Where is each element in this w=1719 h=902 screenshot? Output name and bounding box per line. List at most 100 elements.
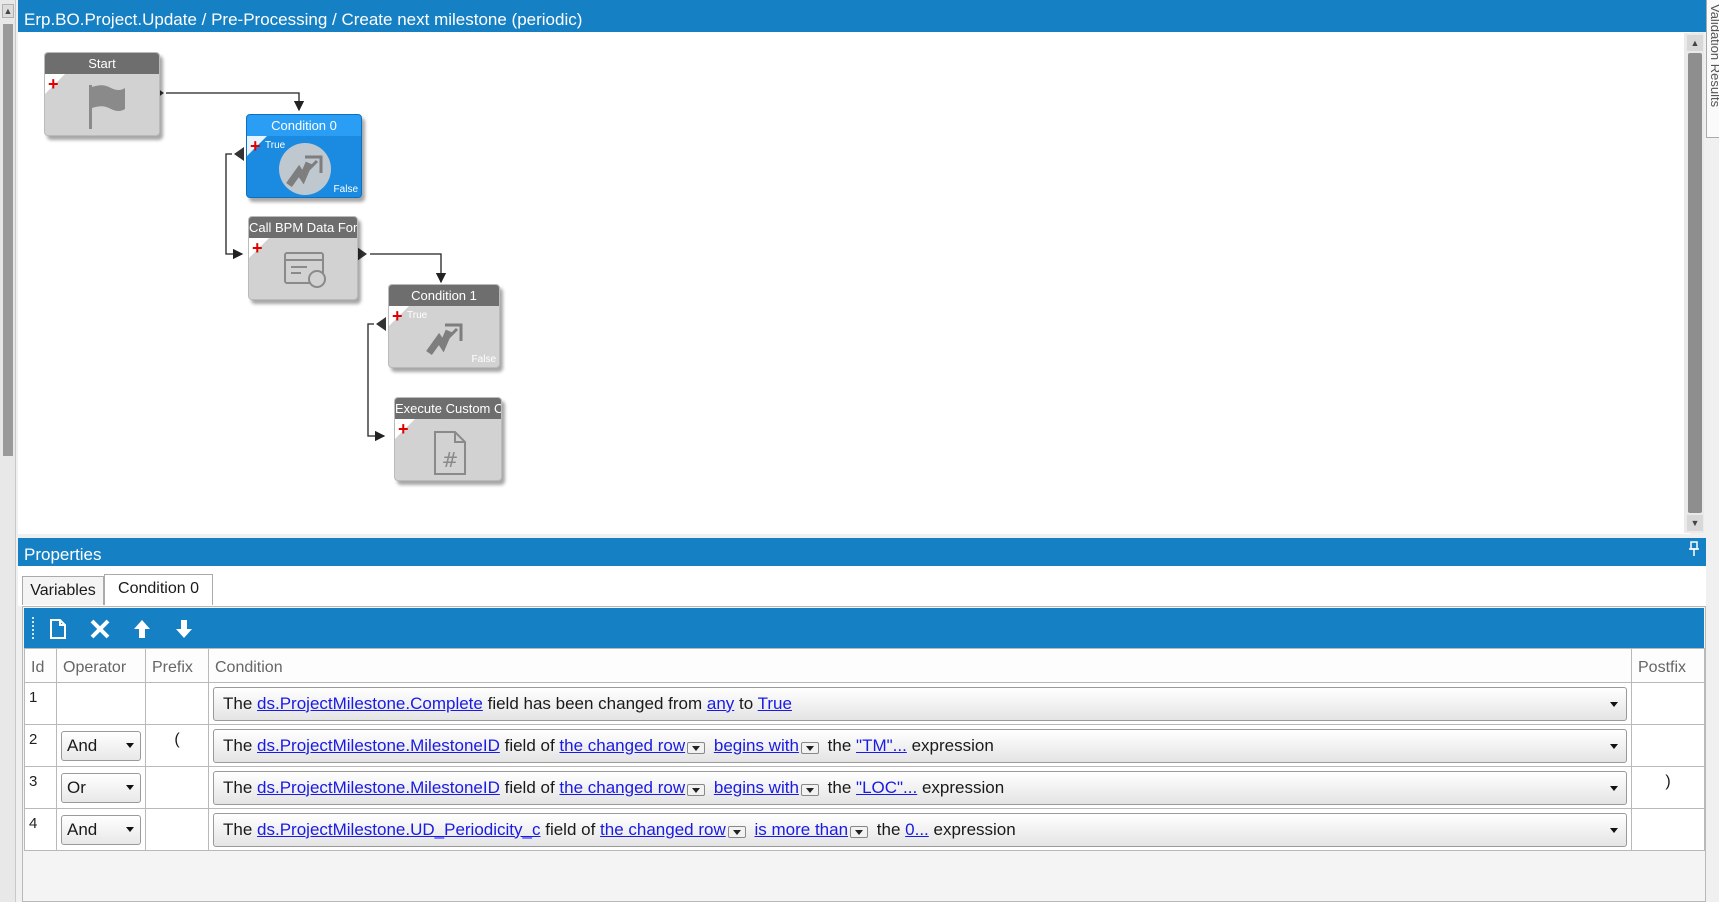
condition-0-node[interactable]: Condition 0 + True False [246, 114, 362, 198]
comparison-dropdown-icon[interactable] [800, 741, 819, 754]
comparison-link[interactable]: begins with [714, 736, 799, 755]
condition-text: field of [504, 777, 555, 797]
column-header-condition[interactable]: Condition [208, 648, 1632, 683]
field-link[interactable]: ds.ProjectMilestone.Complete [257, 694, 483, 713]
validation-results-tab[interactable]: Validation Results [1706, 0, 1719, 138]
operator-select[interactable]: Or [61, 772, 141, 803]
tab-variables[interactable]: Variables [22, 576, 104, 605]
condition-text: field of [545, 819, 596, 839]
condition-1-node[interactable]: Condition 1 + True False [388, 284, 500, 368]
operator-cell[interactable]: And [56, 808, 146, 851]
table-row[interactable]: 1 The ds.ProjectMilestone.Complete field… [24, 682, 1705, 725]
prefix-cell[interactable]: ( [145, 724, 209, 767]
condition-cell[interactable]: The ds.ProjectMilestone.MilestoneID fiel… [208, 724, 1632, 767]
value-link[interactable]: 0... [905, 820, 929, 839]
call-bpm-data-form-node[interactable]: Call BPM Data Form + [248, 216, 358, 300]
conditions-grid: Id Operator Prefix Condition Postfix 1 T… [24, 648, 1705, 851]
condition-cell[interactable]: The ds.ProjectMilestone.UD_Periodicity_c… [208, 808, 1632, 851]
chevron-down-icon[interactable] [1610, 827, 1618, 833]
table-row[interactable]: 2 And ( The ds.ProjectMilestone.Mileston… [24, 724, 1705, 767]
chevron-down-icon[interactable] [126, 784, 134, 790]
prefix-cell[interactable] [145, 808, 209, 851]
row-id: 4 [24, 808, 57, 851]
add-icon[interactable]: + [250, 137, 261, 155]
condition-1-title: Condition 1 [389, 285, 499, 306]
column-header-operator[interactable]: Operator [56, 648, 146, 683]
value-link[interactable]: "LOC"... [856, 778, 917, 797]
value-link[interactable]: "TM"... [856, 736, 907, 755]
operator-cell[interactable]: And [56, 724, 146, 767]
comparison-dropdown-icon[interactable] [850, 825, 869, 838]
start-node[interactable]: Start + [44, 52, 160, 136]
pin-icon[interactable] [1685, 541, 1703, 559]
false-branch-label: False [333, 184, 358, 195]
field-link[interactable]: ds.ProjectMilestone.MilestoneID [257, 736, 500, 755]
chevron-down-icon[interactable] [126, 742, 134, 748]
table-row[interactable]: 3 Or The ds.ProjectMilestone.MilestoneID… [24, 766, 1705, 809]
chevron-down-icon[interactable] [1610, 785, 1618, 791]
scroll-up-icon[interactable]: ▲ [2, 4, 14, 18]
scroll-up-icon[interactable]: ▲ [1687, 35, 1703, 51]
add-icon[interactable]: + [48, 75, 59, 93]
table-row[interactable]: 4 And The ds.ProjectMilestone.UD_Periodi… [24, 808, 1705, 851]
condition-text: to [739, 693, 754, 713]
chevron-down-icon[interactable] [1610, 743, 1618, 749]
condition-icon [426, 323, 463, 356]
comparison-link[interactable]: is more than [754, 820, 848, 839]
prefix-cell[interactable] [145, 682, 209, 725]
condition-expression[interactable]: The ds.ProjectMilestone.UD_Periodicity_c… [213, 812, 1627, 847]
condition-text: the [827, 735, 852, 755]
column-header-prefix[interactable]: Prefix [145, 648, 209, 683]
postfix-cell[interactable] [1631, 724, 1705, 767]
column-header-postfix[interactable]: Postfix [1631, 648, 1705, 683]
condition-expression[interactable]: The ds.ProjectMilestone.Complete field h… [213, 686, 1627, 721]
delete-icon[interactable] [84, 613, 116, 643]
row-scope-dropdown-icon[interactable] [687, 783, 706, 796]
scrollbar-thumb[interactable] [3, 24, 13, 456]
add-icon[interactable]: + [392, 307, 403, 325]
tab-condition-0[interactable]: Condition 0 [104, 574, 213, 605]
move-up-icon[interactable] [126, 613, 158, 643]
add-icon[interactable]: + [398, 420, 409, 438]
comparison-dropdown-icon[interactable] [800, 783, 819, 796]
row-scope-dropdown-icon[interactable] [727, 825, 746, 838]
operator-cell[interactable]: Or [56, 766, 146, 809]
field-link[interactable]: ds.ProjectMilestone.UD_Periodicity_c [257, 820, 540, 839]
new-doc-icon[interactable] [42, 613, 74, 643]
row-scope-dropdown-icon[interactable] [687, 741, 706, 754]
add-icon[interactable]: + [252, 239, 263, 257]
postfix-cell[interactable] [1631, 808, 1705, 851]
workflow-canvas[interactable]: Start + Condition 0 + True False Call BP… [18, 32, 1690, 534]
row-scope-link[interactable]: the changed row [559, 778, 685, 797]
operator-select[interactable]: And [61, 814, 141, 845]
condition-text: expression [911, 735, 994, 755]
condition-cell[interactable]: The ds.ProjectMilestone.Complete field h… [208, 682, 1632, 725]
operator-value: Or [67, 777, 86, 797]
row-scope-link[interactable]: the changed row [600, 820, 726, 839]
postfix-cell[interactable]: ) [1631, 766, 1705, 809]
column-header-id[interactable]: Id [24, 648, 57, 683]
field-link[interactable]: ds.ProjectMilestone.MilestoneID [257, 778, 500, 797]
scrollbar-thumb[interactable] [1688, 53, 1702, 513]
execute-custom-code-node[interactable]: Execute Custom Code + # [394, 397, 502, 481]
condition-text: The [223, 735, 253, 755]
postfix-cell[interactable] [1631, 682, 1705, 725]
condition-expression[interactable]: The ds.ProjectMilestone.MilestoneID fiel… [213, 770, 1627, 805]
row-scope-link[interactable]: the changed row [559, 736, 685, 755]
operator-select[interactable]: And [61, 730, 141, 761]
operator-cell[interactable] [56, 682, 146, 725]
canvas-vertical-scrollbar[interactable]: ▲ ▼ [1684, 33, 1704, 533]
condition-text: field has been changed from [487, 693, 703, 713]
chevron-down-icon[interactable] [1610, 701, 1618, 707]
from-value-link[interactable]: any [707, 694, 734, 713]
prefix-cell[interactable] [145, 766, 209, 809]
condition-expression[interactable]: The ds.ProjectMilestone.MilestoneID fiel… [213, 728, 1627, 763]
chevron-down-icon[interactable] [126, 826, 134, 832]
to-value-link[interactable]: True [758, 694, 792, 713]
outer-vertical-scrollbar[interactable]: ▲ [0, 0, 16, 902]
condition-text: The [223, 777, 253, 797]
scroll-down-icon[interactable]: ▼ [1687, 515, 1703, 531]
move-down-icon[interactable] [168, 613, 200, 643]
comparison-link[interactable]: begins with [714, 778, 799, 797]
condition-cell[interactable]: The ds.ProjectMilestone.MilestoneID fiel… [208, 766, 1632, 809]
